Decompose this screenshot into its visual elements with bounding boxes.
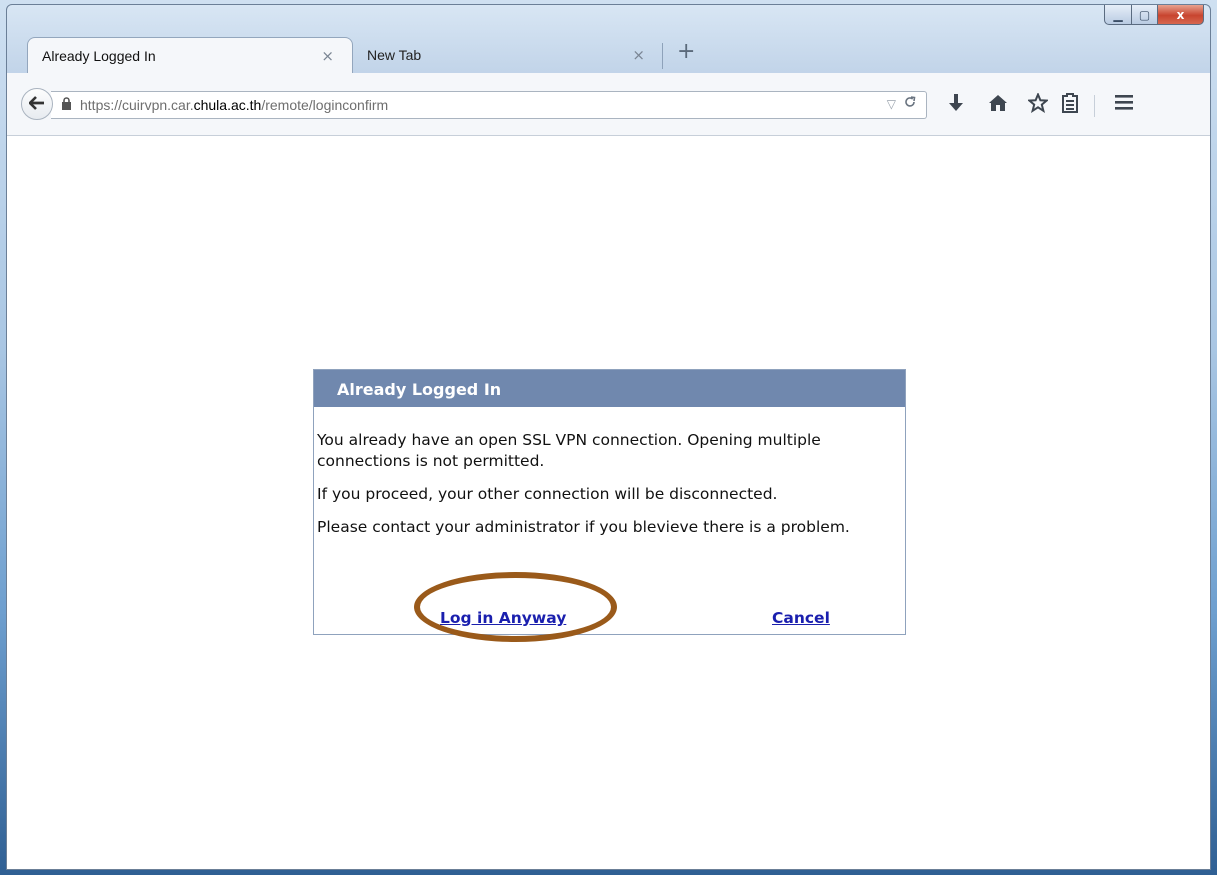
hamburger-menu-icon[interactable] <box>1114 93 1134 116</box>
download-icon[interactable] <box>949 93 963 118</box>
tab-new-tab[interactable]: New Tab × <box>353 37 663 73</box>
star-icon[interactable] <box>1026 91 1050 118</box>
lock-icon <box>61 97 72 113</box>
tab-close-icon[interactable]: × <box>632 46 645 64</box>
url-host: chula.ac.th <box>193 97 262 113</box>
cancel-link[interactable]: Cancel <box>772 609 830 627</box>
tab-label: Already Logged In <box>42 48 156 64</box>
dropdown-icon[interactable]: ▽ <box>887 97 896 111</box>
dialog-paragraph: Please contact your administrator if you… <box>317 518 850 536</box>
new-tab-icon[interactable]: + <box>677 39 695 64</box>
url-prefix: https://cuirvpn.car. <box>80 97 194 113</box>
back-button[interactable] <box>21 88 53 120</box>
reading-list-icon[interactable] <box>1060 93 1080 118</box>
log-in-anyway-link[interactable]: Log in Anyway <box>440 609 566 627</box>
back-arrow-icon <box>28 95 45 114</box>
dialog-actions: Log in Anyway Cancel <box>314 609 905 629</box>
tab-close-icon[interactable]: × <box>321 47 334 65</box>
navigation-bar: https://cuirvpn.car. chula.ac.th/remote/l… <box>7 73 1210 136</box>
maximize-button[interactable]: ▢ <box>1132 5 1158 25</box>
already-logged-in-dialog: Already Logged In You already have an op… <box>313 369 906 635</box>
minimize-button[interactable]: ▁ <box>1104 5 1132 25</box>
toolbar-separator <box>1094 95 1095 117</box>
dialog-paragraph: If you proceed, your other connection wi… <box>317 485 778 503</box>
page-content: Already Logged In You already have an op… <box>7 136 1210 869</box>
tab-label: New Tab <box>367 47 422 63</box>
home-icon[interactable] <box>988 93 1008 118</box>
window-controls: ▁ ▢ x <box>1104 5 1204 25</box>
url-bar[interactable]: https://cuirvpn.car. chula.ac.th/remote/l… <box>51 91 927 119</box>
reload-icon[interactable] <box>903 95 917 113</box>
browser-window: ▁ ▢ x Already Logged In × New Tab × + ht… <box>6 4 1211 870</box>
dialog-body: You already have an open SSL VPN connect… <box>314 407 905 538</box>
close-window-button[interactable]: x <box>1158 5 1204 25</box>
dialog-title: Already Logged In <box>314 370 905 407</box>
dialog-paragraph: You already have an open SSL VPN connect… <box>317 431 821 470</box>
tab-already-logged-in[interactable]: Already Logged In × <box>27 37 353 73</box>
tab-strip: Already Logged In × New Tab × + <box>27 37 727 73</box>
url-path: /remote/loginconfirm <box>261 97 389 113</box>
